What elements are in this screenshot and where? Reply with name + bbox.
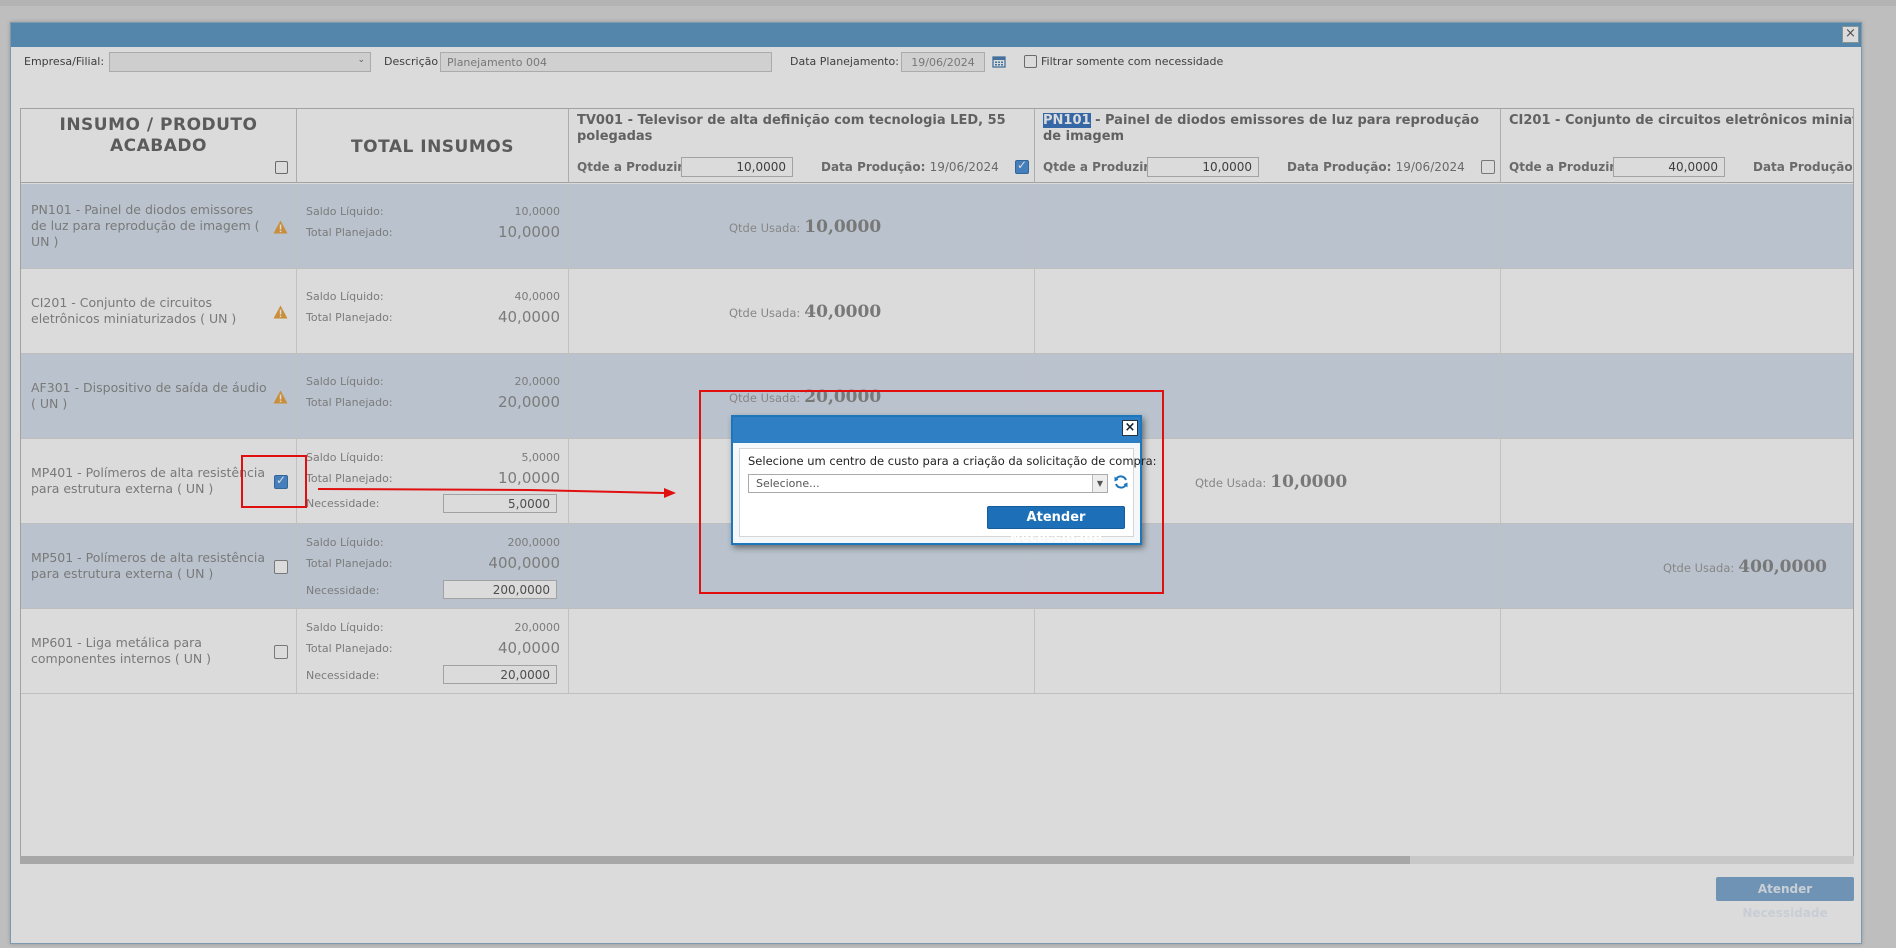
dialog-atender-button[interactable]: Atender Necessidade xyxy=(987,506,1125,546)
cost-center-dialog: × Selecione um centro de custo para a cr… xyxy=(731,415,1157,546)
refresh-icon[interactable] xyxy=(1113,474,1129,490)
dialog-message: Selecione um centro de custo para a cria… xyxy=(748,454,1157,468)
cost-center-select[interactable]: Selecione... ▼ xyxy=(748,474,1108,493)
chevron-down-icon[interactable]: ▼ xyxy=(1092,475,1107,492)
dialog-body: Selecione um centro de custo para a cria… xyxy=(739,448,1157,546)
dialog-close-icon[interactable]: × xyxy=(1122,420,1138,436)
annotation-arrow-icon xyxy=(317,488,676,498)
dialog-header: × xyxy=(733,417,1140,443)
select-placeholder: Selecione... xyxy=(756,477,820,490)
annotation-checkbox-highlight xyxy=(241,455,307,508)
